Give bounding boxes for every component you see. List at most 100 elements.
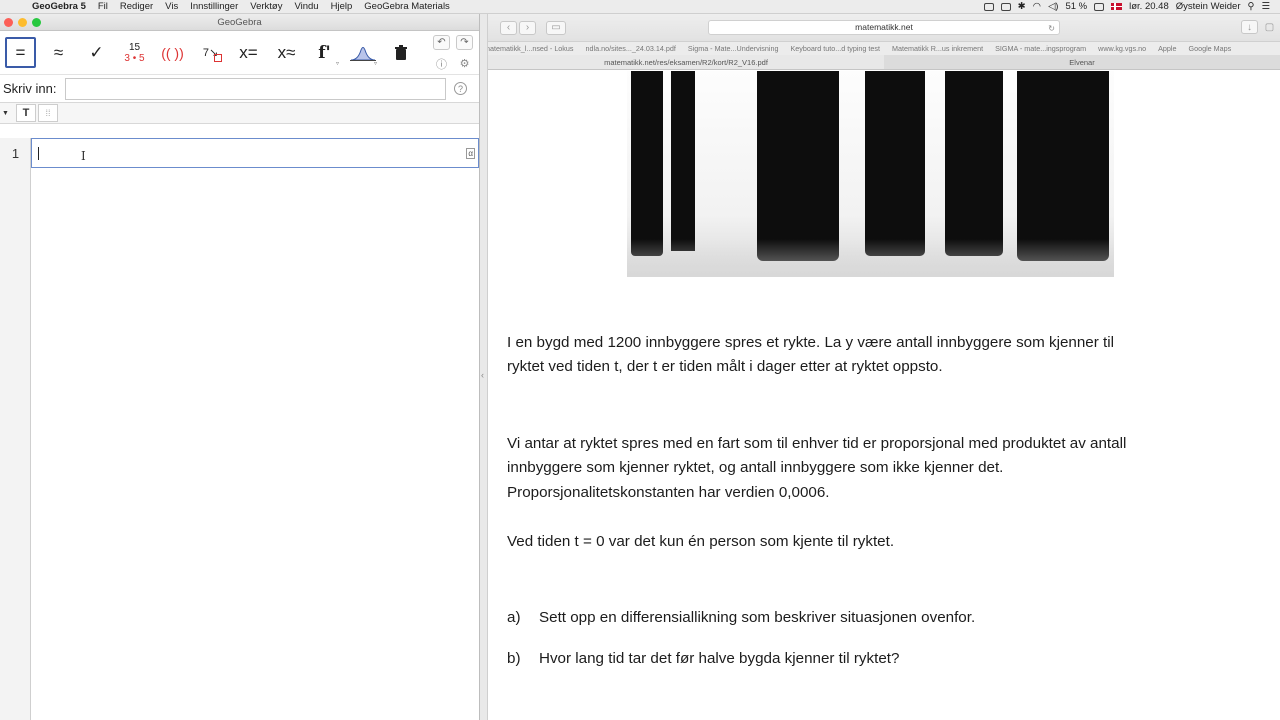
menu-vindu[interactable]: Vindu: [288, 1, 324, 12]
substitute-tool[interactable]: 7↘: [195, 37, 226, 68]
keyboard-flag-icon[interactable]: [1111, 3, 1123, 10]
splitter-arrow-icon: ‹: [481, 370, 484, 380]
battery-percent[interactable]: 51 %: [1065, 1, 1087, 12]
notification-center-icon[interactable]: ☰: [1261, 1, 1270, 12]
factor-icon: 15 3 • 5: [124, 42, 144, 64]
share-button[interactable]: ▢: [1261, 20, 1278, 34]
delete-tool[interactable]: [385, 37, 416, 68]
bluetooth-icon[interactable]: ✱: [1018, 1, 1026, 12]
factor-icon-bottom: 3 • 5: [124, 52, 145, 64]
download-button[interactable]: ↓: [1241, 20, 1258, 34]
tab-pdf[interactable]: matematikk.net/res/eksamen/R2/kort/R2_V1…: [488, 55, 884, 69]
input-field[interactable]: [65, 77, 446, 100]
bookmark[interactable]: Sigma - Mate...Undervisning: [688, 44, 779, 53]
gear-icon[interactable]: ⚙: [456, 56, 473, 71]
redo-button[interactable]: ↷: [456, 35, 473, 50]
menu-app-name[interactable]: GeoGebra 5: [26, 1, 92, 12]
wifi-icon[interactable]: ◠: [1033, 1, 1041, 12]
question-b: b) Hvor lang tid tar det før halve bygda …: [507, 650, 899, 667]
evaluate-tool[interactable]: =: [5, 37, 36, 68]
photo-figure: [865, 71, 925, 256]
derivative-tool[interactable]: f' ▿: [309, 37, 340, 68]
battery-icon[interactable]: [1094, 2, 1105, 11]
question-a: a) Sett opp en differensiallikning som be…: [507, 609, 975, 626]
cast-icon[interactable]: [983, 2, 994, 11]
bookmark[interactable]: Matematikk R...us inkrement: [892, 44, 983, 53]
tab-bar: matematikk.net/res/eksamen/R2/kort/R2_V1…: [488, 55, 1280, 70]
mouse-ibeam-cursor-icon: I: [81, 149, 86, 163]
dropdown-triangle-icon: ▿: [335, 61, 339, 67]
volume-icon[interactable]: ◁): [1048, 1, 1058, 12]
forward-button[interactable]: ›: [519, 20, 536, 35]
minimize-window-button[interactable]: [18, 18, 27, 27]
cas-input-cell[interactable]: I α: [31, 138, 479, 168]
menu-innstillinger[interactable]: Innstillinger: [184, 1, 244, 12]
menu-rediger[interactable]: Rediger: [114, 1, 159, 12]
photo-floor-shadow: [627, 239, 1114, 277]
spotlight-icon[interactable]: ⚲: [1248, 1, 1255, 12]
url-bar[interactable]: matematikk.net ↻: [708, 20, 1060, 35]
reload-icon[interactable]: ↻: [1048, 22, 1055, 35]
checkmark-icon: ✓: [89, 42, 104, 62]
zoom-window-button[interactable]: [32, 18, 41, 27]
probability-tool[interactable]: ▿: [347, 37, 378, 68]
photo-figure: [757, 71, 839, 261]
paragraph-1-line-2: ryktet ved tiden t, der t er tiden målt …: [507, 358, 943, 375]
cas-row: 1 I α: [0, 138, 479, 168]
numeric-tool[interactable]: ≈: [43, 37, 74, 68]
paragraph-2-line-3: Proporsjonalitetskonstanten har verdien …: [507, 484, 830, 501]
sidebar-button[interactable]: ▭: [546, 20, 566, 35]
photo-figure: [671, 71, 695, 251]
help-icon[interactable]: ⓘ: [433, 56, 450, 71]
alpha-symbol-button[interactable]: α: [466, 148, 475, 159]
factor-icon-top: 15: [128, 41, 141, 53]
text-style-button[interactable]: T: [16, 104, 36, 122]
input-help-icon[interactable]: ?: [454, 82, 467, 95]
menu-geogebra-materials[interactable]: GeoGebra Materials: [358, 1, 456, 12]
paragraph-3: Ved tiden t = 0 var det kun én person so…: [507, 533, 895, 550]
question-label: a): [507, 609, 521, 626]
user-name[interactable]: Øystein Weider: [1176, 1, 1241, 12]
solve-icon: x=: [239, 42, 258, 62]
substitute-box-icon: [214, 54, 222, 62]
menu-vis[interactable]: Vis: [159, 1, 184, 12]
bookmark[interactable]: ndla.no/sites..._24.03.14.pdf: [586, 44, 676, 53]
menu-verktoy[interactable]: Verktøy: [244, 1, 288, 12]
grid-button[interactable]: ⁞⁞: [38, 104, 58, 122]
dropdown-triangle-icon: ▿: [373, 61, 377, 67]
solve-tool[interactable]: x=: [233, 37, 264, 68]
close-window-button[interactable]: [4, 18, 13, 27]
bookmark[interactable]: www.kg.vgs.no: [1098, 44, 1146, 53]
menu-hjelp[interactable]: Hjelp: [325, 1, 359, 12]
factor-tool[interactable]: 15 3 • 5: [119, 37, 150, 68]
bookmark[interactable]: Google Maps: [1188, 44, 1231, 53]
undo-button[interactable]: ↶: [433, 35, 450, 50]
browser-window: ‹ › ▭ matematikk.net ↻ ↓ ▢ natematikk_l.…: [488, 14, 1280, 720]
keep-input-tool[interactable]: ✓: [81, 37, 112, 68]
input-label: Skriv inn:: [3, 81, 57, 96]
solve-numerically-tool[interactable]: x≈: [271, 37, 302, 68]
url-text: matematikk.net: [855, 22, 913, 32]
menu-fil[interactable]: Fil: [92, 1, 114, 12]
stylebar-toggle-icon[interactable]: ▼: [0, 110, 16, 117]
dropbox-icon[interactable]: [1000, 2, 1011, 11]
menubar: GeoGebra 5 Fil Rediger Vis Innstillinger…: [0, 0, 1280, 14]
photo-figure: [945, 71, 1003, 256]
photo-figure: [1017, 71, 1109, 261]
bookmark[interactable]: SIGMA - mate...ingsprogram: [995, 44, 1086, 53]
bookmark[interactable]: Keyboard tuto...d typing test: [791, 44, 881, 53]
browser-toolbar: ‹ › ▭ matematikk.net ↻ ↓ ▢: [488, 14, 1280, 42]
tab-elvenar[interactable]: Elvenar: [884, 55, 1280, 69]
paragraph-2-line-1: Vi antar at ryktet spres med en fart som…: [507, 435, 1127, 452]
row-number[interactable]: 1: [0, 138, 31, 168]
question-text: Sett opp en differensiallikning som besk…: [539, 609, 976, 626]
expand-tool[interactable]: (( )): [157, 37, 188, 68]
window-splitter[interactable]: ‹: [480, 14, 488, 720]
geogebra-titlebar: GeoGebra: [0, 14, 479, 31]
clock[interactable]: lør. 20.48: [1129, 1, 1169, 12]
bookmark[interactable]: Apple: [1158, 44, 1176, 53]
back-button[interactable]: ‹: [500, 20, 517, 35]
question-label: b): [507, 650, 521, 667]
bookmark[interactable]: natematikk_l...nsed - Lokus: [488, 44, 574, 53]
question-text: Hvor lang tid tar det før halve bygda kj…: [539, 650, 900, 667]
